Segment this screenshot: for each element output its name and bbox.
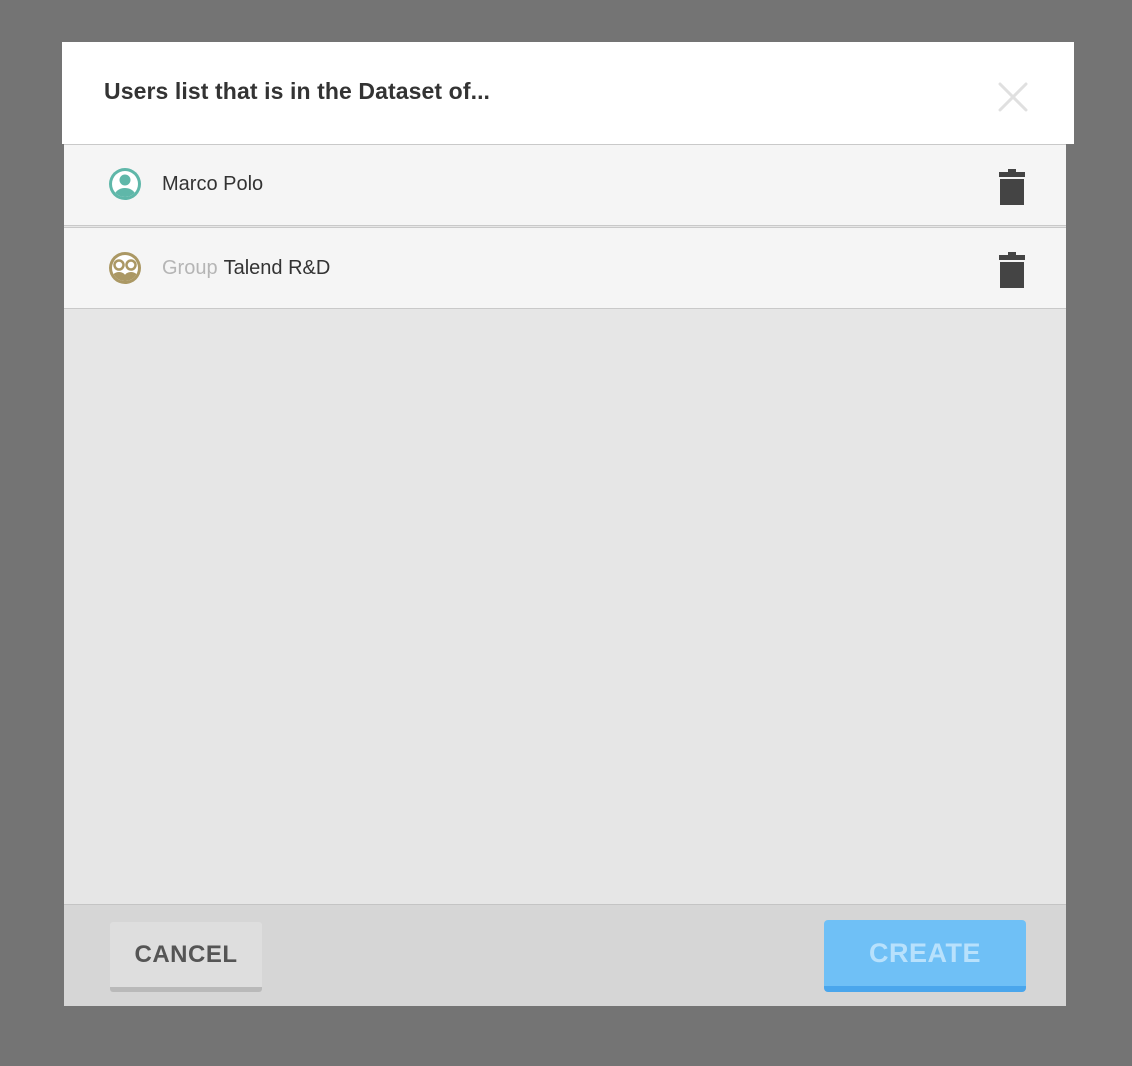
trash-icon: [999, 169, 1025, 205]
group-icon: [109, 252, 141, 284]
cancel-button[interactable]: CANCEL: [110, 922, 262, 992]
delete-user-button[interactable]: [998, 169, 1026, 205]
dialog-footer: CANCEL CREATE: [64, 904, 1066, 1006]
create-button[interactable]: CREATE: [824, 920, 1026, 992]
user-icon: [109, 168, 141, 200]
close-button[interactable]: [996, 80, 1030, 114]
trash-icon: [999, 252, 1025, 288]
group-prefix: Group: [162, 257, 218, 279]
close-icon: [998, 82, 1028, 112]
delete-group-button[interactable]: [998, 252, 1026, 288]
list-item-label: Marco Polo: [162, 173, 263, 196]
dialog-title: Users list that is in the Dataset of...: [104, 78, 491, 104]
group-name: Talend R&D: [223, 257, 331, 279]
dialog-header: Users list that is in the Dataset of...: [62, 42, 1074, 144]
list-item-group: Group Talend R&D: [64, 227, 1066, 309]
list-item-user: Marco Polo: [64, 144, 1066, 226]
list-item-label: Group Talend R&D: [162, 257, 330, 280]
users-list: Marco Polo Group Talend R&D: [64, 144, 1066, 904]
user-name: Marco Polo: [162, 173, 264, 195]
users-list-dialog: Users list that is in the Dataset of...: [62, 42, 1074, 1006]
